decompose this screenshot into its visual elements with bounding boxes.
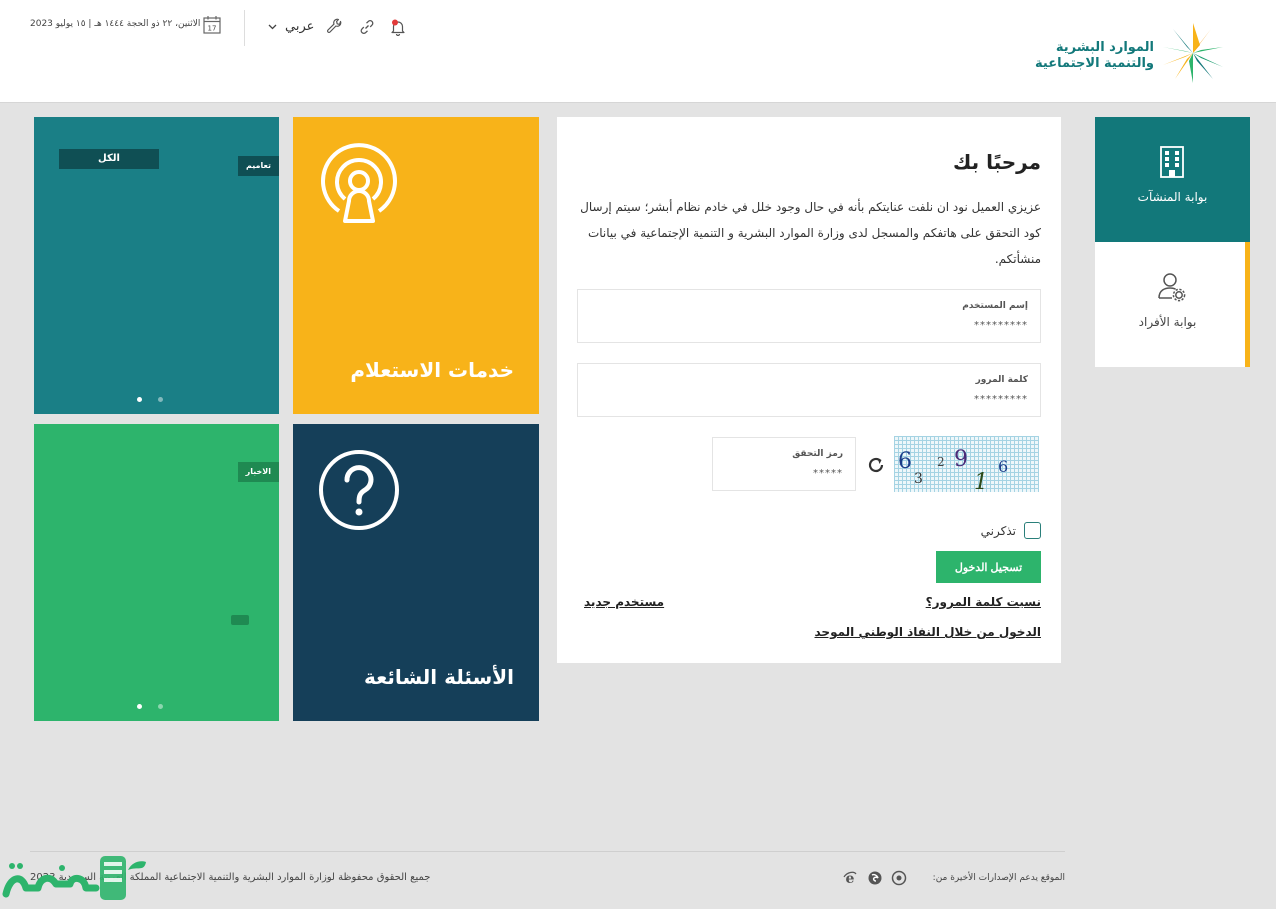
site-watermark-logo xyxy=(2,856,146,900)
footer-divider xyxy=(30,851,1065,852)
header-date: الاثنين، ٢٢ ذو الحجة ١٤٤٤ هـ | ١٥ يوليو … xyxy=(30,19,201,29)
captcha-label: رمز التحقق xyxy=(792,449,843,459)
news-tag[interactable]: الاخبار xyxy=(237,462,279,482)
podcast-broadcast-icon xyxy=(321,143,397,223)
header: الموارد البشرية والتنمية الاجتماعية الاث… xyxy=(0,0,1276,103)
remember-me[interactable]: تذكرني xyxy=(981,522,1041,539)
forgot-password-link[interactable]: نسيت كلمة المرور؟ xyxy=(926,595,1041,609)
carousel-dots xyxy=(137,397,163,402)
captcha-digit-1: 6 xyxy=(898,449,912,474)
captcha-image: 6 3 2 9 1 6 xyxy=(894,436,1039,492)
login-panel: مرحبًا بك عزيزي العميل نود ان نلفت عنايت… xyxy=(557,117,1061,663)
carousel-dot-2[interactable] xyxy=(158,704,163,709)
wrench-icon[interactable] xyxy=(326,18,344,36)
password-label: كلمة المرور xyxy=(975,375,1028,385)
captcha-digit-2: 3 xyxy=(914,471,923,487)
calendar-day: 17 xyxy=(208,25,217,33)
logo-text: الموارد البشرية والتنمية الاجتماعية xyxy=(1035,40,1154,72)
establishments-portal-tab[interactable]: بوابة المنشآت xyxy=(1095,117,1250,242)
calendar-icon: 17 xyxy=(203,16,221,34)
carousel-dots xyxy=(137,704,163,709)
tile-inquiry-title: خدمات الاستعلام xyxy=(350,358,514,382)
username-label: إسم المستخدم xyxy=(962,301,1028,311)
logo-line-2: والتنمية الاجتماعية xyxy=(1035,56,1154,71)
carousel-dot-2[interactable] xyxy=(158,397,163,402)
header-divider xyxy=(244,10,245,46)
establishments-portal-label: بوابة المنشآت xyxy=(1137,190,1208,204)
login-button[interactable]: تسجيل الدخول xyxy=(936,551,1041,583)
remember-label: تذكرني xyxy=(980,523,1016,538)
notice-text: عزيزي العميل نود ان نلفت عنايتكم بأنه في… xyxy=(580,200,1041,266)
link-icon[interactable] xyxy=(358,18,376,36)
firefox-icon[interactable] xyxy=(867,870,883,886)
footer-browsers-label: الموقع يدعم الإصدارات الأخيرة من: xyxy=(932,873,1065,883)
logo-star-icon xyxy=(1163,23,1223,83)
username-value: ********* xyxy=(974,320,1028,331)
circulars-tag[interactable]: تعاميم xyxy=(237,156,279,176)
nafath-login-link[interactable]: الدخول من خلال النفاذ الوطني الموحد xyxy=(815,625,1042,639)
tile-all-carousel[interactable]: الكل تعاميم xyxy=(34,117,279,414)
password-field[interactable]: كلمة المرور ********* xyxy=(577,363,1041,417)
news-mini-badge xyxy=(231,615,249,625)
language-selector[interactable]: عربي xyxy=(268,19,314,34)
captcha-digit-4: 9 xyxy=(954,447,968,472)
captcha-value: ***** xyxy=(813,468,843,479)
question-mark-icon xyxy=(319,450,399,530)
tile-faq-title: الأسئلة الشائعة xyxy=(364,665,514,689)
captcha-input[interactable]: رمز التحقق ***** xyxy=(712,437,856,491)
captcha-digit-3: 2 xyxy=(937,455,945,469)
refresh-captcha-icon[interactable] xyxy=(865,454,887,476)
tile-inquiry-services[interactable]: خدمات الاستعلام xyxy=(293,117,539,414)
logo-line-1: الموارد البشرية xyxy=(1055,40,1154,55)
building-icon xyxy=(1160,146,1184,178)
username-field[interactable]: إسم المستخدم ********* xyxy=(577,289,1041,343)
captcha-digit-6: 6 xyxy=(998,457,1008,476)
tile-faq[interactable]: الأسئلة الشائعة xyxy=(293,424,539,721)
new-user-link[interactable]: مستخدم جديد xyxy=(584,595,664,609)
chevron-down-icon xyxy=(268,24,277,29)
individuals-portal-label: بوابة الأفراد xyxy=(1138,315,1197,329)
user-settings-icon xyxy=(1158,273,1186,302)
chrome-icon[interactable] xyxy=(891,870,907,886)
remember-checkbox[interactable] xyxy=(1024,522,1041,539)
notification-dot xyxy=(392,19,398,26)
bell-icon[interactable] xyxy=(389,18,407,36)
carousel-dot-1[interactable] xyxy=(137,397,142,402)
carousel-dot-1[interactable] xyxy=(137,704,142,709)
captcha-digit-5: 1 xyxy=(974,470,988,492)
filter-all-pill[interactable]: الكل xyxy=(59,149,159,169)
tile-news-carousel[interactable]: الاخبار xyxy=(34,424,279,721)
welcome-heading: مرحبًا بك xyxy=(952,150,1041,174)
individuals-portal-tab[interactable]: بوابة الأفراد xyxy=(1095,242,1250,367)
ministry-logo[interactable]: الموارد البشرية والتنمية الاجتماعية xyxy=(1016,20,1226,86)
language-label: عربي xyxy=(285,19,315,34)
internet-explorer-icon[interactable]: e xyxy=(842,870,858,886)
password-value: ********* xyxy=(974,394,1028,405)
